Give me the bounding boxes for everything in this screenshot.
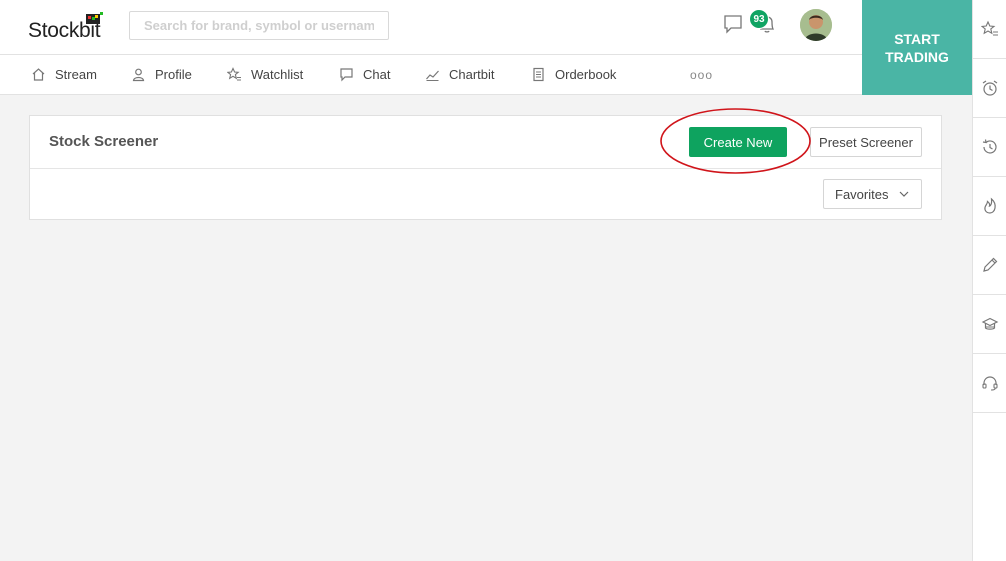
nav-item-profile[interactable]: Profile [131, 55, 192, 94]
create-new-button[interactable]: Create New [689, 127, 787, 157]
avatar[interactable] [800, 9, 832, 41]
start-trading-button[interactable]: START TRADING [862, 0, 972, 95]
sidebar-watchlist[interactable] [973, 0, 1006, 59]
user-icon [132, 68, 145, 82]
star-list-icon [227, 67, 241, 81]
sidebar-support[interactable] [973, 354, 1006, 413]
logo-mark-icon [86, 12, 103, 24]
nav-label: Orderbook [555, 67, 617, 82]
nav-more-button[interactable]: ooo [690, 68, 713, 82]
nav-label: Profile [155, 67, 192, 82]
chat-icon[interactable] [722, 13, 744, 35]
hat-icon [981, 317, 999, 330]
sidebar-alarm[interactable] [973, 59, 1006, 118]
pencil-icon [983, 257, 998, 272]
chevron-down-icon [899, 191, 909, 197]
nav-item-orderbook[interactable]: Orderbook [531, 55, 616, 94]
search-input[interactable] [129, 11, 389, 40]
home-icon [32, 68, 45, 81]
sidebar-notes[interactable] [973, 236, 1006, 295]
avatar-image [800, 9, 832, 41]
nav-label: Stream [55, 67, 97, 82]
alarm-icon [982, 80, 998, 96]
preset-screener-button[interactable]: Preset Screener [810, 127, 922, 157]
sidebar-trending[interactable] [973, 177, 1006, 236]
history-icon [982, 139, 997, 154]
star-list-icon [981, 20, 998, 36]
favorites-label: Favorites [835, 186, 889, 202]
book-icon [533, 67, 544, 82]
chat-icon [340, 68, 353, 82]
nav-item-chat[interactable]: Chat [339, 55, 390, 94]
nav-label: Chartbit [449, 67, 495, 82]
nav-item-stream[interactable]: Stream [31, 55, 97, 94]
headset-icon [982, 376, 998, 391]
main-nav: Stream Profile Watchlist Chat Chartbit O… [0, 55, 862, 95]
top-header: Stockbit 93 [0, 0, 972, 55]
nav-label: Watchlist [251, 67, 304, 82]
stockbit-logo[interactable]: Stockbit [28, 12, 108, 44]
nav-item-watchlist[interactable]: Watchlist [227, 55, 303, 94]
page-title: Stock Screener [49, 133, 159, 150]
favorites-dropdown[interactable]: Favorites [823, 179, 922, 209]
sidebar-academy[interactable] [973, 295, 1006, 354]
chart-line-icon [426, 70, 439, 81]
card-divider [30, 168, 941, 169]
nav-label: Chat [363, 67, 391, 82]
right-sidebar [972, 0, 1006, 561]
nav-item-chartbit[interactable]: Chartbit [425, 55, 495, 94]
stock-screener-card: Stock Screener Create New Preset Screene… [29, 115, 942, 220]
notification-badge[interactable]: 93 [749, 9, 769, 29]
sidebar-history[interactable] [973, 118, 1006, 177]
fire-icon [984, 197, 996, 214]
